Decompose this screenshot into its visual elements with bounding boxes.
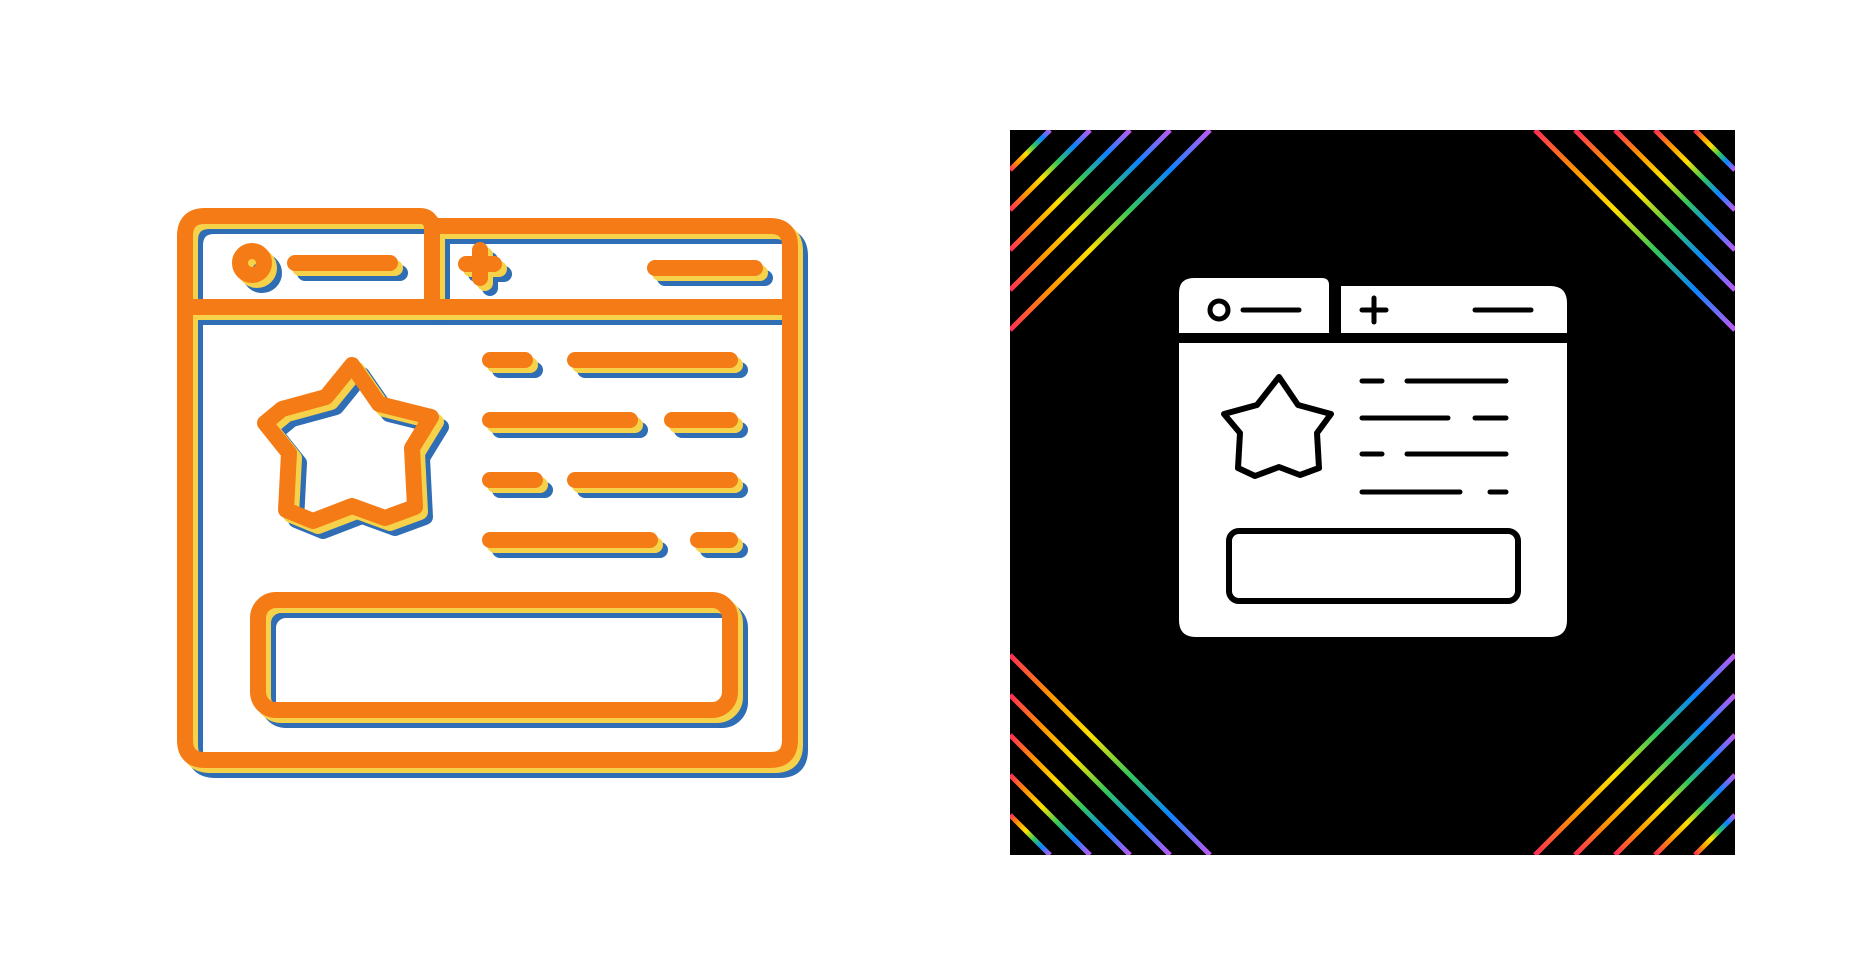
browser-window-glyph bbox=[1179, 278, 1567, 637]
left-icon-panel bbox=[0, 0, 927, 980]
right-icon-panel bbox=[927, 0, 1854, 980]
browser-window-star-glyph-icon bbox=[1010, 130, 1735, 855]
input-box bbox=[1226, 528, 1521, 604]
browser-window-star-outline-icon bbox=[0, 0, 927, 980]
